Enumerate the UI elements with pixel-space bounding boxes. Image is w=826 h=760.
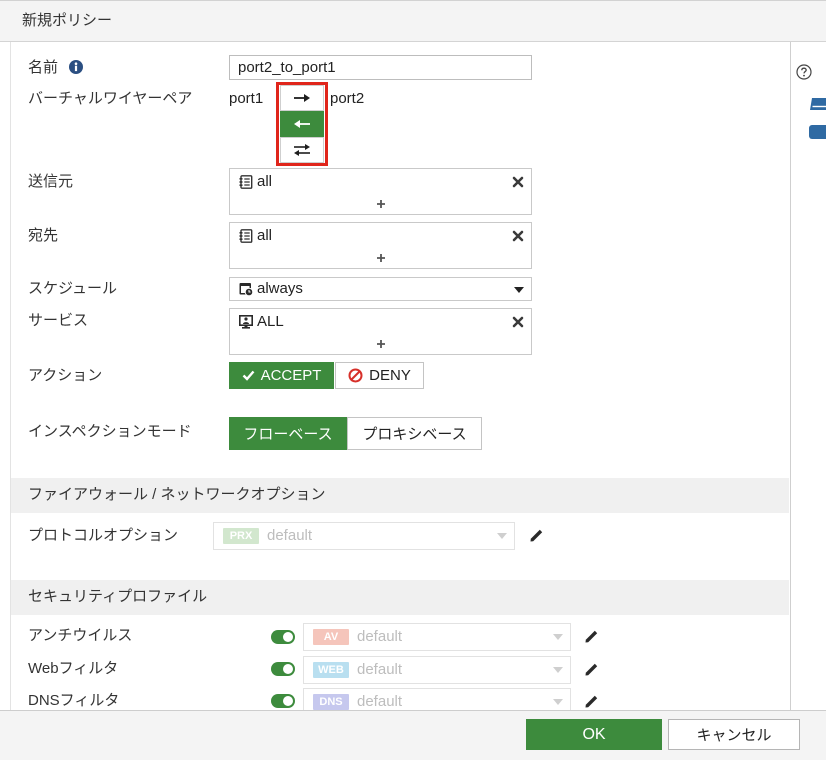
check-icon xyxy=(242,370,254,381)
dns-filter-select[interactable]: DNS default xyxy=(303,688,571,710)
protocol-options-label: プロトコルオプション xyxy=(28,527,179,544)
toggle-knob xyxy=(283,632,293,642)
toggle-knob xyxy=(283,664,293,674)
dialog-title: 新規ポリシー xyxy=(22,12,113,29)
schedule-select[interactable]: always xyxy=(229,277,532,301)
source-entry[interactable]: all xyxy=(257,172,272,192)
web-filter-toggle[interactable] xyxy=(271,662,295,676)
service-icon xyxy=(239,315,253,329)
virtual-wire-pair-label: バーチャルワイヤーペア xyxy=(28,90,193,107)
status-dot-icon[interactable] xyxy=(809,125,826,139)
dns-filter-toggle[interactable] xyxy=(271,694,295,708)
dns-filter-label: DNSフィルタ xyxy=(28,692,120,709)
protocol-options-value: default xyxy=(267,527,313,544)
info-icon[interactable] xyxy=(69,60,83,74)
accept-button[interactable]: ACCEPT xyxy=(229,362,334,389)
chevron-down-icon xyxy=(514,287,524,293)
accept-label: ACCEPT xyxy=(260,367,322,384)
toggle-knob xyxy=(283,696,293,706)
schedule-value: always xyxy=(257,280,303,297)
section-title: セキュリティプロファイル xyxy=(28,588,208,605)
chevron-down-icon xyxy=(553,634,563,640)
edit-protocol-options-icon[interactable] xyxy=(529,528,544,543)
address-icon xyxy=(239,175,253,189)
web-badge: WEB xyxy=(313,662,349,678)
schedule-icon xyxy=(239,283,253,296)
chevron-down-icon xyxy=(553,699,563,705)
dns-badge: DNS xyxy=(313,694,349,710)
edit-dns-filter-icon[interactable] xyxy=(584,694,599,709)
inspection-mode-label: インスペクションモード xyxy=(28,423,192,440)
web-filter-value: default xyxy=(357,661,403,678)
section-title: ファイアウォール / ネットワークオプション xyxy=(28,486,326,503)
port-right: port2 xyxy=(330,90,365,107)
service-label: サービス xyxy=(28,312,89,329)
name-input[interactable] xyxy=(229,55,532,80)
policy-form: 名前 バーチャルワイヤーペア port1 port2 送信元 all 宛先 al… xyxy=(0,0,790,710)
service-field[interactable]: ALL xyxy=(229,308,532,355)
document-icon[interactable] xyxy=(809,97,826,111)
highlight-box xyxy=(276,82,328,166)
antivirus-select[interactable]: AV default xyxy=(303,623,571,651)
deny-icon xyxy=(348,368,363,383)
av-badge: AV xyxy=(313,629,349,645)
antivirus-value: default xyxy=(357,628,403,645)
firewall-options-section: ファイアウォール / ネットワークオプション xyxy=(11,478,789,513)
dialog-footer: OK キャンセル xyxy=(0,710,826,760)
help-icon[interactable] xyxy=(796,64,812,80)
destination-field[interactable]: all xyxy=(229,222,532,269)
edit-antivirus-icon[interactable] xyxy=(584,629,599,644)
address-icon xyxy=(239,229,253,243)
remove-service-icon[interactable] xyxy=(512,316,524,328)
add-source-icon[interactable] xyxy=(376,199,386,209)
dns-filter-value: default xyxy=(357,693,403,710)
schedule-label: スケジュール xyxy=(28,280,117,297)
cancel-button[interactable]: キャンセル xyxy=(668,719,800,750)
antivirus-label: アンチウイルス xyxy=(28,627,133,644)
service-entry[interactable]: ALL xyxy=(257,312,284,332)
port-left: port1 xyxy=(229,90,264,107)
chevron-down-icon xyxy=(497,533,507,539)
security-profiles-section: セキュリティプロファイル xyxy=(11,580,789,615)
destination-entry[interactable]: all xyxy=(257,226,272,246)
deny-label: DENY xyxy=(369,367,411,384)
proxy-based-button[interactable]: プロキシベース xyxy=(347,417,482,450)
flow-based-button[interactable]: フローベース xyxy=(229,417,347,450)
destination-label: 宛先 xyxy=(28,227,59,244)
dialog-header: 新規ポリシー xyxy=(0,0,826,42)
side-panel xyxy=(790,42,826,710)
chevron-down-icon xyxy=(553,667,563,673)
add-destination-icon[interactable] xyxy=(376,253,386,263)
antivirus-toggle[interactable] xyxy=(271,630,295,644)
action-label: アクション xyxy=(28,367,103,384)
remove-source-icon[interactable] xyxy=(512,176,524,188)
protocol-options-select[interactable]: PRX default xyxy=(213,522,515,550)
remove-destination-icon[interactable] xyxy=(512,230,524,242)
add-service-icon[interactable] xyxy=(376,339,386,349)
source-field[interactable]: all xyxy=(229,168,532,215)
ok-button[interactable]: OK xyxy=(526,719,662,750)
name-label: 名前 xyxy=(28,59,59,76)
edit-web-filter-icon[interactable] xyxy=(584,662,599,677)
source-label: 送信元 xyxy=(28,173,74,190)
prx-badge: PRX xyxy=(223,528,259,544)
web-filter-label: Webフィルタ xyxy=(28,660,119,677)
web-filter-select[interactable]: WEB default xyxy=(303,656,571,684)
deny-button[interactable]: DENY xyxy=(335,362,424,389)
